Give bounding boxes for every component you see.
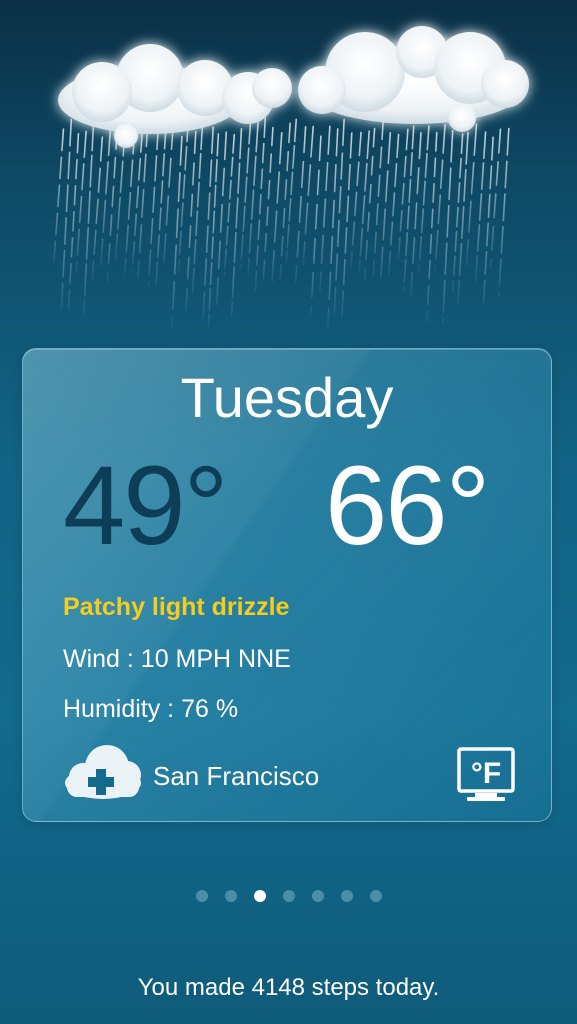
page-dot[interactable]	[195, 890, 208, 902]
rain-streak	[52, 128, 65, 269]
add-city-button[interactable]	[61, 741, 143, 803]
rain-streak	[215, 131, 228, 312]
page-dot[interactable]	[369, 890, 382, 902]
high-temperature: 66°	[325, 443, 490, 568]
rain-streak	[340, 132, 353, 319]
fahrenheit-monitor-icon: °F	[457, 747, 515, 801]
rain-streak	[262, 126, 274, 288]
rain-streak	[457, 131, 469, 305]
rain-streak	[147, 123, 160, 286]
rain-streak	[285, 118, 298, 264]
page-dot[interactable]	[253, 890, 266, 902]
condition-text: Patchy light drizzle	[63, 593, 290, 621]
rain-streak	[247, 121, 259, 275]
rain-streak	[137, 118, 149, 279]
rain-streak	[177, 117, 190, 272]
rain-streak	[498, 127, 510, 297]
rain-streak	[326, 128, 339, 329]
rain-streak	[387, 133, 400, 278]
rain-streak	[202, 126, 214, 319]
rain-streak	[223, 133, 236, 278]
rain-streak	[319, 125, 331, 292]
rain-streak	[402, 125, 415, 293]
rain-streak	[363, 127, 376, 282]
page-dot[interactable]	[311, 890, 324, 902]
rain-streak	[441, 129, 454, 324]
rain-streak	[358, 130, 370, 273]
cloud-plus-icon	[65, 745, 141, 799]
rain-streak	[451, 133, 464, 294]
rain-cloud-icon	[52, 26, 529, 329]
forecast-card: Tuesday 49° 66° Patchy light drizzle Win…	[22, 348, 552, 822]
unit-label: °F	[471, 757, 501, 790]
rain-streak	[184, 130, 197, 315]
wind-text: Wind : 10 MPH NNE	[63, 645, 291, 673]
rain-streak	[482, 136, 494, 311]
rain-streak	[191, 124, 204, 297]
rain-streak	[270, 131, 283, 288]
page-indicator	[0, 890, 577, 902]
rain-streak	[474, 131, 487, 283]
page-dot[interactable]	[282, 890, 295, 902]
low-temperature: 49°	[63, 443, 228, 568]
city-name: San Francisco	[153, 761, 320, 791]
humidity-text: Humidity : 76 %	[63, 695, 239, 723]
day-title: Tuesday	[180, 366, 394, 429]
rain-streak	[425, 131, 438, 323]
steps-message: You made 4148 steps today.	[137, 974, 440, 1001]
page-dot[interactable]	[340, 890, 353, 902]
rain-streak	[155, 126, 167, 289]
rain-streak	[333, 118, 345, 319]
rain-streak	[350, 131, 362, 267]
page-dot[interactable]	[224, 890, 237, 902]
unit-toggle-button[interactable]: °F	[457, 747, 515, 803]
